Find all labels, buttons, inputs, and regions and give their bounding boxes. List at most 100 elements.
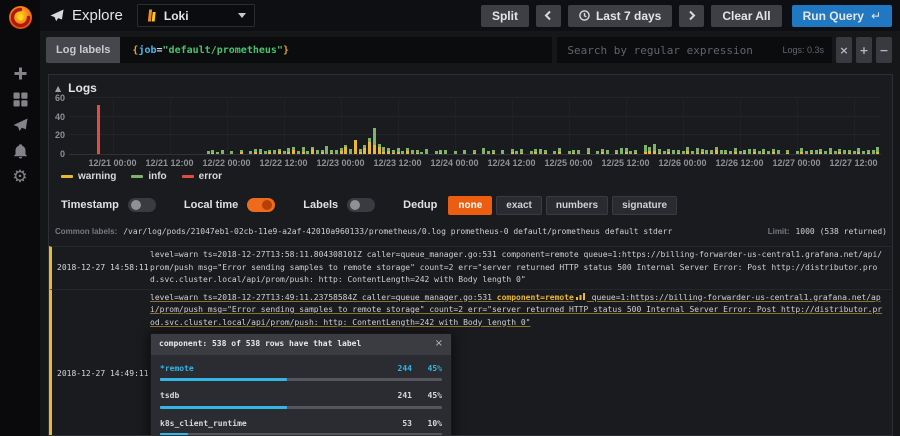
histogram-bar — [372, 127, 376, 154]
histogram-bar — [838, 149, 842, 154]
logs-chart-plot — [69, 97, 881, 155]
histogram-bar — [809, 150, 813, 154]
histogram-bar — [453, 151, 457, 154]
histogram-bar — [814, 150, 818, 154]
alerting-bell-icon[interactable] — [8, 139, 32, 163]
gridline — [69, 115, 881, 117]
stats-row-tsdb: tsdb 241 45% — [160, 390, 442, 409]
clear-all-button[interactable]: Clear All — [711, 4, 782, 27]
histogram-bar — [358, 149, 362, 154]
histogram-bar — [805, 151, 808, 154]
regex-search-input[interactable] — [557, 43, 783, 57]
stats-popup-body: *remote 244 45% tsdb 241 45% k8s_client_runtim… — [151, 355, 451, 435]
histogram-bar — [847, 150, 851, 154]
dedup-option-numbers[interactable]: numbers — [545, 195, 609, 215]
histogram-bar — [482, 148, 485, 154]
log-controls: Timestamp Local time Labels Dedup none ex… — [61, 195, 678, 215]
logs-histogram: 0 20 40 60 12/21 00:00 12/21 12:00 12/22 00:0… — [51, 93, 887, 171]
legend-item-info: info — [131, 171, 167, 182]
close-icon[interactable]: × — [435, 338, 443, 351]
timerange-forward-button[interactable] — [679, 4, 705, 27]
histogram-bar — [572, 150, 576, 154]
histogram-bar — [795, 151, 799, 154]
log-timestamp: 2018-12-27 14:49:11 — [57, 369, 149, 379]
limit-value: 1000 (538 returned) — [795, 227, 887, 236]
local-time-toggle[interactable] — [247, 198, 276, 212]
histogram-bar — [700, 149, 704, 154]
histogram-bar — [762, 149, 766, 154]
legend-item-warning: warning — [61, 171, 116, 182]
grafana-logo-icon[interactable] — [7, 4, 34, 31]
selected-label-field[interactable]: component=remote — [497, 293, 574, 302]
gridline — [511, 99, 513, 154]
split-button[interactable]: Split — [480, 4, 529, 27]
labels-toggle[interactable] — [347, 198, 376, 212]
dashboards-icon[interactable] — [8, 87, 32, 111]
chevron-down-icon — [237, 13, 246, 18]
histogram-bar — [529, 151, 533, 154]
gridline — [112, 99, 114, 154]
histogram-bar — [515, 151, 519, 154]
explore-rocket-icon — [50, 8, 64, 21]
timestamp-toggle[interactable] — [127, 198, 156, 212]
timerange-back-button[interactable] — [535, 4, 561, 27]
limit-label: Limit: — [767, 227, 790, 236]
histogram-bar — [534, 149, 538, 154]
histogram-bar — [786, 150, 789, 154]
label-stats-icon — [575, 292, 585, 300]
histogram-bar — [406, 148, 409, 154]
add-query-button[interactable]: + — [856, 37, 872, 63]
collapse-query-button[interactable]: − — [876, 37, 892, 63]
histogram-bar — [567, 151, 571, 154]
histogram-bar — [249, 151, 253, 154]
log-line-text: level=warn ts=2018-12-27T13:49:11.237585… — [150, 292, 886, 435]
y-axis-labels: 0 20 40 60 — [51, 93, 66, 159]
label-stats-popup: component: 538 of 538 rows have that lab… — [150, 333, 452, 435]
explore-icon[interactable] — [8, 113, 32, 137]
enter-key-icon: ↵ — [870, 8, 881, 23]
x-tick-label: 12/27 12:00 — [829, 158, 878, 168]
log-row[interactable]: 2018-12-27 14:49:11 level=warn ts=2018-1… — [49, 288, 892, 435]
histogram-bar — [239, 150, 243, 154]
query-input[interactable]: {job = "default/prometheus"} — [120, 37, 553, 63]
dedup-label: Dedup — [403, 199, 438, 211]
histogram-bar — [211, 150, 215, 154]
histogram-bar — [320, 150, 324, 154]
histogram-bar — [624, 148, 628, 154]
gridline — [625, 99, 627, 154]
histogram-bar — [771, 149, 775, 154]
chart-legend: warning info error — [61, 171, 222, 182]
histogram-bar — [710, 150, 713, 154]
dedup-option-none[interactable]: none — [448, 195, 493, 215]
remove-query-button[interactable]: × — [836, 37, 852, 63]
log-labels-chip[interactable]: Log labels — [46, 37, 121, 63]
run-query-button[interactable]: Run Query ↵ — [791, 4, 892, 27]
histogram-bar — [339, 148, 343, 154]
histogram-bar — [292, 147, 295, 154]
page-title: Explore — [50, 7, 123, 24]
logs-panel-title: Logs — [68, 81, 97, 95]
dedup-option-signature[interactable]: signature — [612, 195, 678, 215]
settings-gear-icon[interactable]: ⚙ — [8, 165, 32, 189]
histogram-bar — [648, 146, 652, 154]
log-timestamp: 2018-12-27 14:58:11 — [57, 263, 149, 273]
histogram-bar — [729, 151, 732, 154]
histogram-bar — [748, 149, 751, 154]
legend-color-dash — [131, 175, 144, 178]
histogram-bar — [553, 151, 557, 154]
histogram-bar — [724, 150, 728, 154]
stats-popup-header: component: 538 of 538 rows have that lab… — [151, 334, 451, 355]
histogram-bar — [681, 151, 685, 154]
log-rows-list: 2018-12-27 14:58:11 level=warn ts=2018-1… — [49, 246, 892, 435]
add-panel-icon[interactable] — [8, 61, 32, 85]
datasource-picker[interactable]: Loki — [136, 4, 255, 27]
histogram-bar — [719, 150, 723, 154]
timerange-button[interactable]: Last 7 days — [567, 4, 673, 27]
dedup-option-exact[interactable]: exact — [496, 195, 542, 215]
log-row[interactable]: 2018-12-27 14:58:11 level=warn ts=2018-1… — [49, 246, 892, 289]
datasource-name: Loki — [163, 8, 189, 23]
histogram-bar — [315, 150, 319, 154]
histogram-bar — [301, 147, 305, 154]
histogram-bar — [619, 148, 623, 154]
histogram-bar — [396, 148, 400, 154]
